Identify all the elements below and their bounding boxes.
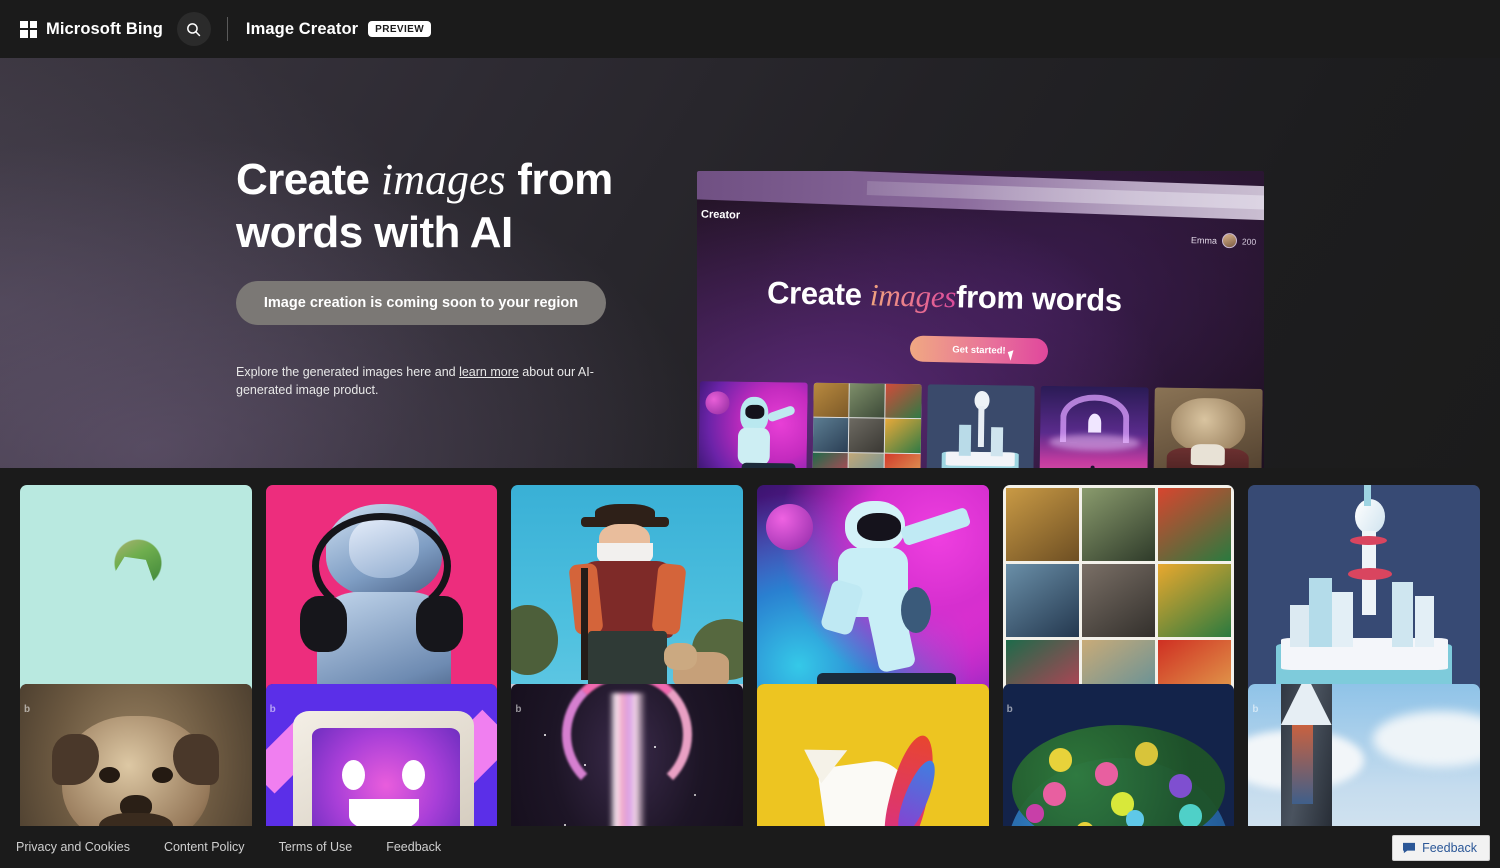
promo-get-started-button: Get started! [909, 335, 1049, 365]
product-title: Image Creator [245, 19, 359, 38]
promo-user-name: Emma [1190, 234, 1217, 246]
preview-badge: PREVIEW [368, 21, 432, 37]
hero-heading: Create images from words with AI [236, 153, 636, 259]
tile-badge: b [24, 703, 31, 715]
tile-badge: b [269, 703, 276, 715]
explore-prefix: Explore the generated images here and [236, 365, 460, 379]
explore-description: Explore the generated images here and le… [236, 363, 618, 399]
hero-heading-part1: Create [236, 155, 381, 204]
gallery-tile-isometric-city-platform[interactable]: b [1248, 485, 1480, 717]
gallery-tile-astronaut-skateboarding[interactable] [757, 485, 989, 717]
tile-badge: b [1006, 703, 1013, 715]
avatar [1221, 232, 1238, 249]
promo-laptop-image: Creator Emma 200 Create imagesfrom words… [697, 171, 1264, 493]
footer-link-feedback[interactable]: Feedback [386, 840, 441, 854]
header-divider [226, 17, 228, 41]
microsoft-grid-icon [20, 20, 37, 38]
promo-user-count: 200 [1241, 236, 1257, 247]
hero-heading-italic: images [381, 155, 506, 204]
footer-link-terms-of-use[interactable]: Terms of Use [279, 840, 353, 854]
promo-user-chip: Emma 200 [1191, 232, 1257, 249]
image-gallery: b b b b b [0, 468, 1500, 868]
search-button[interactable] [176, 12, 211, 46]
promo-heading-part1: Create [766, 274, 871, 313]
speech-bubble-icon [1403, 842, 1416, 854]
search-icon [187, 22, 201, 36]
top-header: Microsoft Bing Image Creator PREVIEW [0, 0, 1500, 58]
promo-heading-italic: images [869, 277, 957, 315]
feedback-button[interactable]: Feedback [1392, 835, 1490, 861]
hero-copy: Create images from words with AI Image c… [236, 153, 636, 399]
learn-more-link[interactable]: learn more [459, 365, 519, 379]
footer-link-content-policy[interactable]: Content Policy [164, 840, 245, 854]
promo-heading-part2: from words [955, 279, 1123, 319]
brand-label: Microsoft Bing [46, 19, 163, 38]
promo-app-label: Creator [700, 208, 741, 222]
hero-section: Create images from words with AI Image c… [0, 58, 1500, 493]
feedback-button-label: Feedback [1422, 841, 1477, 855]
tile-badge: b [1252, 703, 1259, 715]
gallery-tile-old-man-walking-dog[interactable]: b [511, 485, 743, 717]
footer-link-privacy-and-cookies[interactable]: Privacy and Cookies [16, 840, 130, 854]
gallery-tile-frida-portrait-collage[interactable]: b [1002, 485, 1235, 717]
footer: Privacy and Cookies Content Policy Terms… [0, 826, 1500, 868]
tile-badge: b [515, 703, 522, 715]
region-unavailable-button[interactable]: Image creation is coming soon to your re… [236, 281, 606, 325]
gallery-tile-leafy-number-two[interactable]: b [20, 485, 252, 717]
gallery-tile-statue-with-headphones[interactable]: b [265, 485, 498, 717]
image-creator-page: Microsoft Bing Image Creator PREVIEW Cre… [0, 0, 1500, 868]
microsoft-bing-home-link[interactable]: Microsoft Bing [20, 20, 163, 39]
